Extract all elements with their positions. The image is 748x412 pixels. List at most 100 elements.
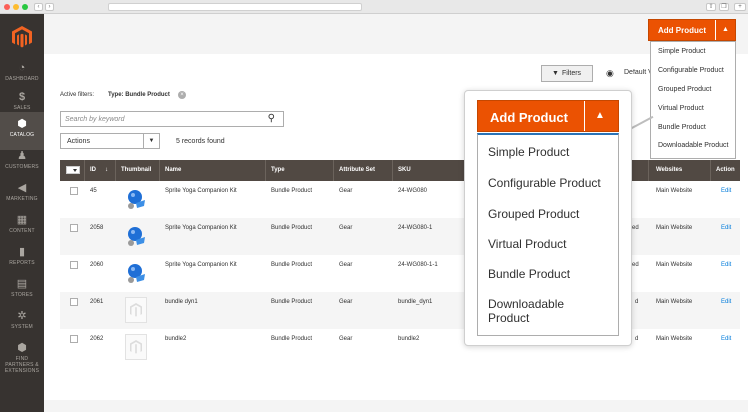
product-thumbnail-ball[interactable] [125,186,147,212]
tabs-icon[interactable]: ❐ [719,3,729,11]
search-input[interactable]: Search by keyword ⚲ [60,111,284,127]
column-divider [333,160,334,181]
column-header-websites[interactable]: Websites [656,167,682,173]
edit-link[interactable]: Edit [721,336,731,342]
grid-header: ID ↓ Thumbnail Name Type Attribute Set S… [60,160,740,181]
menu-item-configurable-product[interactable]: Configurable Product [658,67,724,74]
table-row[interactable]: 45 Sprite Yoga Companion Kit Bundle Prod… [60,181,740,218]
add-product-dropdown: Simple Product Configurable Product Grou… [650,41,736,159]
address-bar[interactable] [108,3,362,11]
row-checkbox[interactable] [70,298,78,306]
cube-icon: ⬢ [17,118,27,130]
chevron-up-icon[interactable]: ▲ [595,110,605,121]
default-view-selector[interactable]: Default View [624,69,650,76]
zoomed-add-product-menu: Simple Product Configurable Product Grou… [477,133,619,336]
sort-arrow-icon[interactable]: ↓ [105,167,108,173]
column-header-sku[interactable]: SKU [398,167,411,173]
cell-type: Bundle Product [271,299,313,305]
menu-item-downloadable-product[interactable]: Downloadable Product [658,142,732,150]
share-icon[interactable]: ⇧ [706,3,716,11]
cell-type: Bundle Product [271,262,313,268]
store-icon: ▤ [16,278,28,290]
search-placeholder: Search by keyword [65,116,125,123]
column-header-type[interactable]: Type [271,167,285,173]
cell-sku: bundle_dyn1 [398,299,433,305]
zoomed-add-product-button[interactable]: Add Product ▲ [477,100,619,132]
product-thumbnail-placeholder[interactable] [125,297,147,323]
sidebar-item-label: MARKETING [6,196,38,202]
sidebar-item-label: CONTENT [9,228,35,234]
column-header-thumbnail: Thumbnail [121,167,152,173]
cell-attribute-set: Gear [339,188,353,194]
cell-type: Bundle Product [271,225,313,231]
cell-attribute-set: Gear [339,336,353,342]
magento-logo-icon[interactable] [12,26,32,48]
back-icon[interactable]: ‹ [34,3,43,11]
sidebar-item-label: FIND PARTNERS & EXTENSIONS [4,356,40,374]
search-icon[interactable]: ⚲ [268,113,275,124]
remove-filter-icon[interactable]: × [178,91,186,99]
table-row[interactable]: 2058 Sprite Yoga Companion Kit Bundle Pr… [60,218,740,255]
close-icon[interactable]: + [734,3,746,11]
chevron-up-icon[interactable]: ▲ [715,20,735,40]
menu-item-bundle-product[interactable]: Bundle Product [658,124,706,131]
edit-link[interactable]: Edit [721,188,731,194]
cell-id: 2058 [90,225,104,231]
caret-down-icon[interactable]: ▼ [143,134,159,148]
zoomed-add-product-callout: Add Product ▲ Simple Product Configurabl… [464,90,632,346]
extensions-icon: ⬢ [17,342,27,354]
product-thumbnail-ball[interactable] [125,223,147,249]
cell-sku: 24-WG080-1 [398,225,433,231]
column-header-action: Action [716,167,735,173]
column-header-id[interactable]: ID [90,167,96,173]
minimize-window-dot[interactable] [13,4,19,10]
cell-name: bundle dyn1 [165,299,198,305]
zoomed-menu-item-simple-product[interactable]: Simple Product [488,145,569,159]
mass-select-checkbox[interactable] [66,166,80,174]
cell-name: Sprite Yoga Companion Kit [165,262,237,268]
edit-link[interactable]: Edit [721,225,731,231]
row-checkbox[interactable] [70,187,78,195]
table-row[interactable]: 2060 Sprite Yoga Companion Kit Bundle Pr… [60,255,740,292]
menu-item-grouped-product[interactable]: Grouped Product [658,86,711,93]
dashboard-icon: ◔ [18,62,26,74]
sidebar-item-partners[interactable]: ⬢ FIND PARTNERS & EXTENSIONS [0,336,44,380]
table-row[interactable]: 2061 bundle dyn1 Bundle Product Gear bun… [60,292,740,329]
cell-id: 45 [90,188,97,194]
menu-item-simple-product[interactable]: Simple Product [658,48,705,55]
product-thumbnail-placeholder[interactable] [125,334,147,360]
filters-label: Filters [562,70,582,77]
row-checkbox[interactable] [70,224,78,232]
filters-button[interactable]: ▼ Filters [541,65,593,82]
close-window-dot[interactable] [4,4,10,10]
product-thumbnail-ball[interactable] [125,260,147,286]
column-divider [159,160,160,181]
cell-websites: Main Website [656,262,693,268]
row-checkbox[interactable] [70,261,78,269]
zoomed-menu-item-grouped-product[interactable]: Grouped Product [488,207,579,221]
maximize-window-dot[interactable] [22,4,28,10]
records-count: 5 records found [176,138,225,145]
table-row[interactable]: 2062 bundle2 Bundle Product Gear bundle2… [60,329,740,366]
forward-icon[interactable]: › [45,3,54,11]
eye-icon[interactable]: ◉ [606,68,614,79]
menu-item-virtual-product[interactable]: Virtual Product [658,105,704,112]
zoomed-menu-item-bundle-product[interactable]: Bundle Product [488,267,570,281]
cell-websites: Main Website [656,225,693,231]
sidebar-item-label: DASHBOARD [5,76,39,82]
zoomed-menu-item-downloadable-product[interactable]: Downloadable Product [488,297,598,325]
admin-sidebar: ◔ DASHBOARD $ SALES ⬢ CATALOG ♟ CUSTOMER… [0,14,44,412]
row-checkbox[interactable] [70,335,78,343]
add-product-button[interactable]: Add Product ▲ [648,19,736,41]
actions-dropdown[interactable]: Actions ▼ [60,133,160,149]
zoomed-menu-item-virtual-product[interactable]: Virtual Product [488,237,567,251]
edit-link[interactable]: Edit [721,262,731,268]
column-header-attribute-set[interactable]: Attribute Set [339,167,375,173]
cell-attribute-set: Gear [339,299,353,305]
column-header-name[interactable]: Name [165,167,181,173]
active-filters-label: Active filters: [60,92,95,98]
column-divider [648,160,649,181]
cell-websites: Main Website [656,299,693,305]
edit-link[interactable]: Edit [721,299,731,305]
zoomed-menu-item-configurable-product[interactable]: Configurable Product [488,176,601,190]
